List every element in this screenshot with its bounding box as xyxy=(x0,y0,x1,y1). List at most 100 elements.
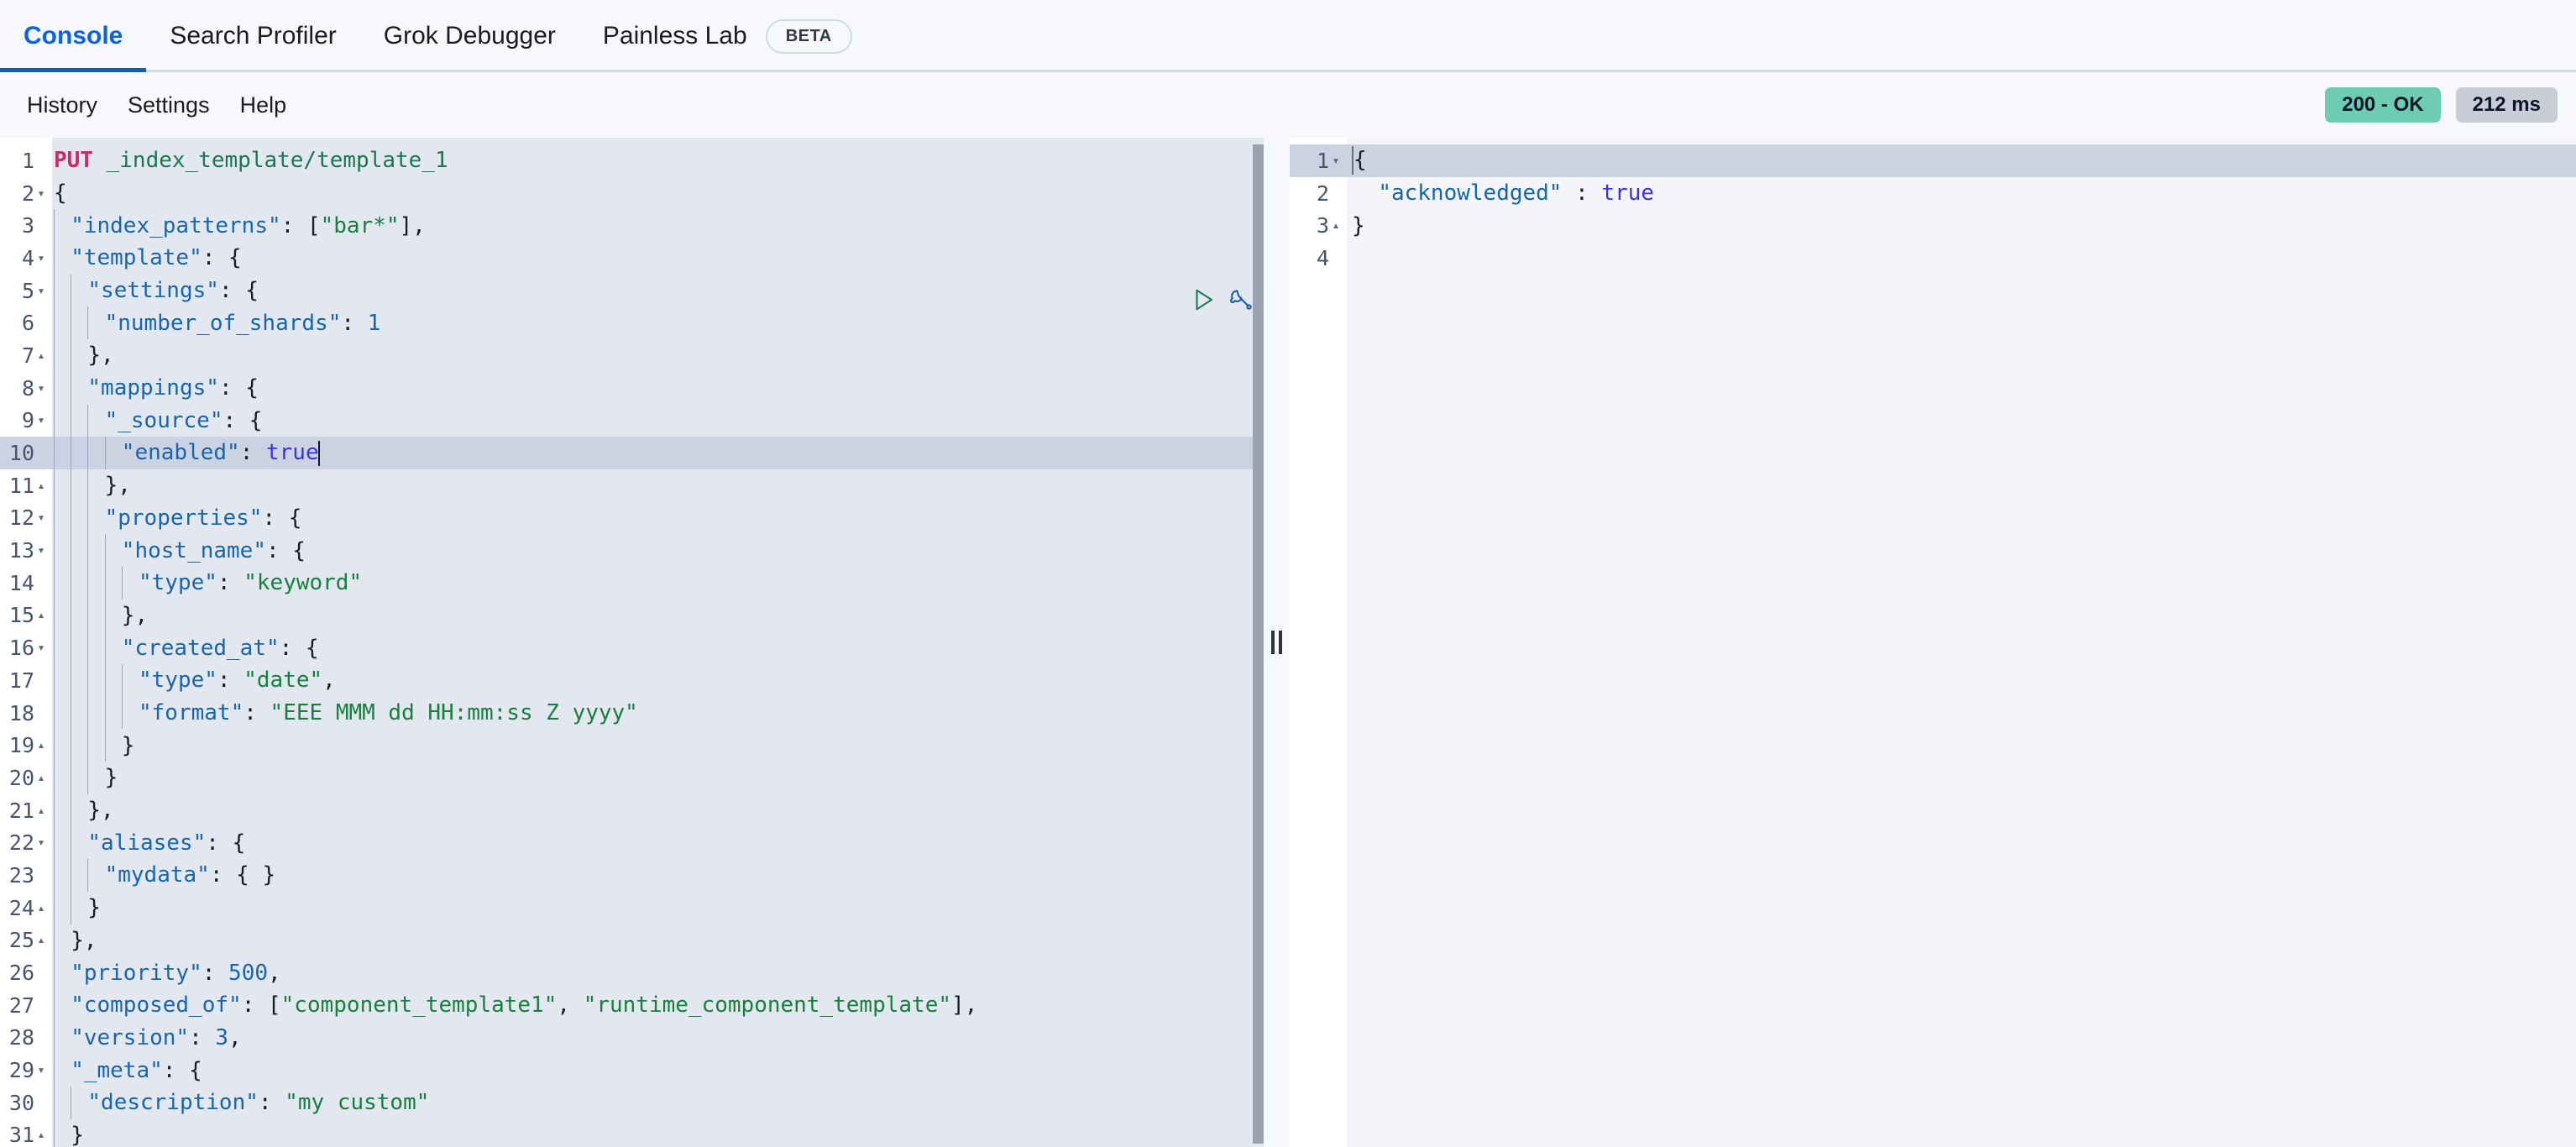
fold-expand-icon[interactable]: ▴ xyxy=(34,772,48,784)
response-viewer-pane[interactable]: 1▾23▴4 { "acknowledged" : true} xyxy=(1290,138,2576,1147)
fold-collapse-icon[interactable]: ▾ xyxy=(34,414,48,427)
line-number[interactable]: 8▾ xyxy=(0,372,52,405)
line-number[interactable]: 9▾ xyxy=(0,405,52,437)
fold-collapse-icon[interactable]: ▾ xyxy=(34,382,48,395)
code-line[interactable]: "mappings": { xyxy=(52,372,1264,405)
fold-collapse-icon[interactable]: ▾ xyxy=(34,187,48,200)
fold-collapse-icon[interactable]: ▾ xyxy=(34,252,48,264)
line-number[interactable]: 19▴ xyxy=(0,729,52,762)
line-number[interactable]: 18 xyxy=(0,697,52,730)
line-number[interactable]: 24▴ xyxy=(0,892,52,924)
settings-button[interactable]: Settings xyxy=(113,87,225,123)
code-line[interactable] xyxy=(1347,242,2576,275)
code-line[interactable]: "index_patterns": ["bar*"], xyxy=(52,209,1264,242)
fold-collapse-icon[interactable]: ▾ xyxy=(34,1064,48,1076)
code-line[interactable]: }, xyxy=(52,794,1264,827)
line-number[interactable]: 29▾ xyxy=(0,1054,52,1087)
code-line[interactable]: "number_of_shards": 1 xyxy=(52,306,1264,339)
line-number[interactable]: 20▴ xyxy=(0,762,52,794)
code-line[interactable]: }, xyxy=(52,469,1264,502)
code-line[interactable]: } xyxy=(52,762,1264,794)
fold-expand-icon[interactable]: ▴ xyxy=(34,739,48,752)
fold-collapse-icon[interactable]: ▾ xyxy=(34,285,48,297)
code-line[interactable]: "created_at": { xyxy=(52,631,1264,664)
pane-resize-handle[interactable] xyxy=(1264,138,1290,1147)
line-number[interactable]: 7▴ xyxy=(0,339,52,372)
code-line[interactable]: "type": "date", xyxy=(52,664,1264,697)
line-number[interactable]: 25▴ xyxy=(0,924,52,957)
code-line[interactable]: } xyxy=(52,892,1264,924)
line-number[interactable]: 27 xyxy=(0,989,52,1022)
response-line-number-gutter[interactable]: 1▾23▴4 xyxy=(1290,138,1347,1147)
line-number[interactable]: 3▴ xyxy=(1290,209,1347,242)
line-number[interactable]: 16▾ xyxy=(0,631,52,664)
code-line[interactable]: } xyxy=(52,1119,1264,1147)
line-number[interactable]: 5▾ xyxy=(0,275,52,307)
code-line[interactable]: "priority": 500, xyxy=(52,956,1264,989)
fold-collapse-icon[interactable]: ▾ xyxy=(34,836,48,849)
code-line[interactable]: "template": { xyxy=(52,242,1264,275)
code-line[interactable]: } xyxy=(1347,209,2576,242)
code-line[interactable]: "description": "my custom" xyxy=(52,1087,1264,1119)
fold-expand-icon[interactable]: ▴ xyxy=(34,349,48,362)
fold-expand-icon[interactable]: ▴ xyxy=(34,902,48,914)
play-icon[interactable] xyxy=(1191,287,1216,312)
code-line[interactable]: "properties": { xyxy=(52,502,1264,535)
tab-grok-debugger[interactable]: Grok Debugger xyxy=(360,0,579,72)
code-line[interactable]: }, xyxy=(52,600,1264,632)
fold-expand-icon[interactable]: ▴ xyxy=(34,479,48,492)
line-number[interactable]: 30 xyxy=(0,1087,52,1119)
tab-painless-lab[interactable]: Painless Lab BETA xyxy=(579,0,876,72)
line-number[interactable]: 23 xyxy=(0,859,52,892)
line-number[interactable]: 21▴ xyxy=(0,794,52,827)
line-number[interactable]: 17 xyxy=(0,664,52,697)
fold-expand-icon[interactable]: ▴ xyxy=(1329,219,1343,232)
code-line[interactable]: } xyxy=(52,729,1264,762)
line-number[interactable]: 28 xyxy=(0,1022,52,1055)
code-line[interactable]: "settings": { xyxy=(52,275,1264,307)
editor-line-number-gutter[interactable]: 12▾34▾5▾67▴8▾9▾1011▴12▾13▾1415▴16▾171819… xyxy=(0,138,52,1147)
fold-expand-icon[interactable]: ▴ xyxy=(34,1129,48,1141)
line-number[interactable]: 22▾ xyxy=(0,826,52,859)
line-number[interactable]: 6 xyxy=(0,306,52,339)
wrench-icon[interactable] xyxy=(1228,287,1253,312)
editor-scrollbar-thumb[interactable] xyxy=(1253,144,1264,1144)
line-number[interactable]: 10 xyxy=(0,437,52,469)
line-number[interactable]: 14 xyxy=(0,567,52,600)
line-number[interactable]: 1▾ xyxy=(1290,144,1347,177)
line-number[interactable]: 4 xyxy=(1290,242,1347,275)
response-code-area[interactable]: { "acknowledged" : true} xyxy=(1347,138,2576,1147)
fold-collapse-icon[interactable]: ▾ xyxy=(34,642,48,654)
fold-collapse-icon[interactable]: ▾ xyxy=(34,511,48,524)
line-number[interactable]: 11▴ xyxy=(0,469,52,502)
code-line[interactable]: "type": "keyword" xyxy=(52,567,1264,600)
line-number[interactable]: 12▾ xyxy=(0,502,52,535)
tab-search-profiler[interactable]: Search Profiler xyxy=(146,0,359,72)
code-line[interactable]: "format": "EEE MMM dd HH:mm:ss Z yyyy" xyxy=(52,697,1264,730)
line-number[interactable]: 1 xyxy=(0,144,52,177)
code-line[interactable]: }, xyxy=(52,339,1264,372)
code-line[interactable]: "aliases": { xyxy=(52,826,1264,859)
fold-expand-icon[interactable]: ▴ xyxy=(34,609,48,621)
request-editor-pane[interactable]: 12▾34▾5▾67▴8▾9▾1011▴12▾13▾1415▴16▾171819… xyxy=(0,138,1264,1147)
code-line[interactable]: "_meta": { xyxy=(52,1054,1264,1087)
code-line[interactable]: "version": 3, xyxy=(52,1022,1264,1055)
code-line[interactable]: { xyxy=(1347,144,2576,177)
fold-collapse-icon[interactable]: ▾ xyxy=(1329,155,1343,167)
editor-vertical-scrollbar[interactable] xyxy=(1253,138,1264,1147)
history-button[interactable]: History xyxy=(12,87,113,123)
code-line[interactable]: "_source": { xyxy=(52,405,1264,437)
line-number[interactable]: 2▾ xyxy=(0,177,52,210)
fold-expand-icon[interactable]: ▴ xyxy=(34,804,48,817)
code-line[interactable]: "composed_of": ["component_template1", "… xyxy=(52,989,1264,1022)
line-number[interactable]: 15▴ xyxy=(0,600,52,632)
help-button[interactable]: Help xyxy=(225,87,302,123)
code-line[interactable]: PUT _index_template/template_1 xyxy=(52,144,1264,177)
fold-expand-icon[interactable]: ▴ xyxy=(34,934,48,946)
code-line[interactable]: "mydata": { } xyxy=(52,859,1264,892)
line-number[interactable]: 26 xyxy=(0,956,52,989)
line-number[interactable]: 4▾ xyxy=(0,242,52,275)
code-line[interactable]: "host_name": { xyxy=(52,534,1264,567)
line-number[interactable]: 2 xyxy=(1290,177,1347,210)
editor-code-area[interactable]: PUT _index_template/template_1{"index_pa… xyxy=(52,138,1264,1147)
